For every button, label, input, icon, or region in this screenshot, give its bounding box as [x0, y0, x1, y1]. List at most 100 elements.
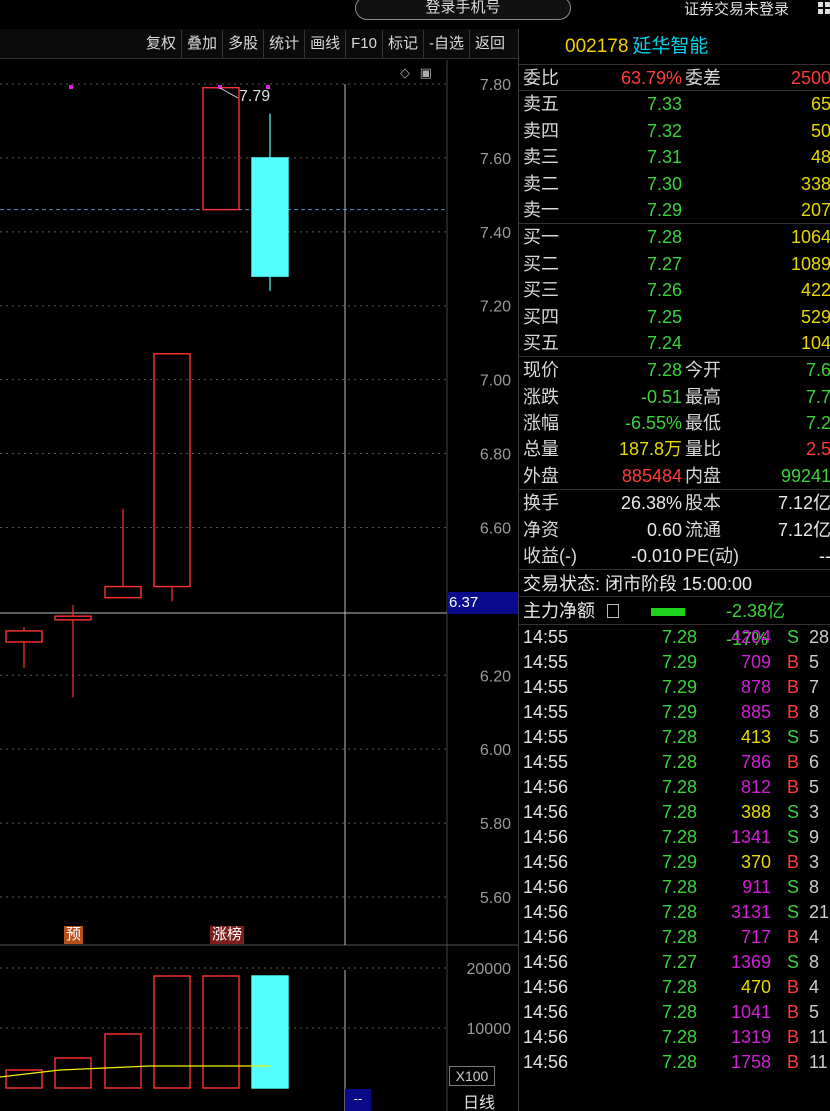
toolbar-button-remove-watchlist[interactable]: -自选: [424, 29, 470, 58]
tick-count: 21: [809, 902, 830, 923]
tick-volume: 911: [742, 877, 771, 898]
tick-count: 9: [809, 827, 820, 848]
toolbar-button-f10[interactable]: F10: [346, 29, 383, 58]
sell-level-row[interactable]: 卖五 7.33 65: [519, 91, 830, 117]
tick-row[interactable]: 14:55 7.29 885 B 8: [519, 700, 830, 725]
tick-row[interactable]: 14:56 7.28 1341 S 9: [519, 825, 830, 850]
tick-row[interactable]: 14:55 7.28 413 S 5: [519, 725, 830, 750]
tick-row[interactable]: 14:56 7.27 1369 S 8: [519, 950, 830, 975]
tick-row[interactable]: 14:55 7.28 4204 S 28: [519, 625, 830, 650]
toolbar-button-multi-stock[interactable]: 多股: [223, 29, 265, 58]
tick-row[interactable]: 14:56 7.28 470 B 4: [519, 975, 830, 1000]
buy-level-row[interactable]: 买三 7.26 422: [519, 277, 830, 303]
volume-bar[interactable]: [202, 975, 240, 1089]
candle-body[interactable]: [153, 353, 191, 588]
gainers-list-flag[interactable]: 涨榜: [210, 926, 245, 944]
candle-body[interactable]: [251, 157, 289, 277]
candle-body[interactable]: [54, 615, 92, 621]
event-marker[interactable]: [69, 85, 73, 89]
quote-fundamentals: 换手 26.38% 股本 7.12亿 净资 0.60 流通 7.12亿 收益(-) -0.010 P…: [519, 490, 830, 569]
buy-level-row[interactable]: 买二 7.27 1089: [519, 251, 830, 277]
price-tick-label: 5.60: [480, 890, 511, 907]
toolbar-button-stats[interactable]: 统计: [264, 29, 306, 58]
tick-row[interactable]: 14:56 7.28 3131 S 21: [519, 900, 830, 925]
tick-row[interactable]: 14:55 7.28 786 B 6: [519, 750, 830, 775]
toolbar-button-overlay[interactable]: 叠加: [182, 29, 224, 58]
toolbar-button-fuquan[interactable]: 复权: [141, 29, 183, 58]
quote-value: 7.7: [805, 386, 830, 407]
toolbar-button-mark[interactable]: 标记: [383, 29, 424, 58]
quote-value: 2.5: [805, 439, 830, 460]
forecast-flag[interactable]: 预: [64, 926, 84, 944]
buy-level-price: 7.26: [646, 280, 682, 301]
sell-level-volume: 65: [810, 94, 830, 115]
sell-level-row[interactable]: 卖一 7.29 207: [519, 197, 830, 223]
quote-label: 最高: [685, 386, 721, 407]
window-icon[interactable]: ▣: [420, 65, 432, 80]
tick-row[interactable]: 14:56 7.28 388 S 3: [519, 800, 830, 825]
sell-level-price: 7.29: [646, 199, 682, 220]
tick-count: 3: [809, 852, 820, 873]
tick-price: 7.28: [661, 1027, 697, 1048]
tick-row[interactable]: 14:56 7.28 1758 B 11: [519, 1050, 830, 1075]
high-callout-pointer: [219, 87, 239, 99]
tick-volume: 413: [740, 727, 771, 748]
toolbar-button-draw[interactable]: 画线: [305, 29, 347, 58]
main-net-flow-row: 主力净额 -2.38亿 -17%: [519, 597, 830, 649]
tick-side: B: [787, 852, 800, 873]
buy-level-label: 买四: [523, 306, 559, 327]
candle-body[interactable]: [202, 86, 240, 211]
sell-level-label: 卖五: [523, 94, 559, 115]
buy-level-row[interactable]: 买五 7.24 104: [519, 330, 830, 356]
tick-row[interactable]: 14:56 7.28 911 S 8: [519, 875, 830, 900]
toolbar-button-back[interactable]: 返回: [470, 30, 510, 58]
tick-count: 8: [809, 702, 820, 723]
tick-side: S: [787, 902, 800, 923]
stock-code: 002178: [565, 36, 629, 57]
sell-level-row[interactable]: 卖二 7.30 338: [519, 171, 830, 197]
sell-level-row[interactable]: 卖四 7.32 50: [519, 118, 830, 144]
tick-price: 7.29: [661, 702, 697, 723]
kline-chart[interactable]: 7.80 7.60 7.40 7.20 7.00 6.80 6.60 6.20 6.00 5.80…: [0, 60, 519, 1111]
tick-row[interactable]: 14:55 7.29 878 B 7: [519, 675, 830, 700]
tick-time: 14:56: [523, 852, 569, 873]
sell-level-label: 卖二: [523, 173, 559, 194]
tick-row[interactable]: 14:56 7.28 717 B 4: [519, 925, 830, 950]
tick-row[interactable]: 14:56 7.28 1319 B 11: [519, 1025, 830, 1050]
tick-list[interactable]: 14:55 7.28 4204 S 28 14:55 7.29 709 B 5 14:55 7.29 8…: [519, 625, 830, 1075]
diamond-icon[interactable]: ◇: [400, 65, 410, 80]
stock-header: 002178 延华智能: [519, 29, 830, 65]
tick-row[interactable]: 14:56 7.28 812 B 5: [519, 775, 830, 800]
kline-svg[interactable]: 7.80 7.60 7.40 7.20 7.00 6.80 6.60 6.20 6.00 5.80…: [0, 60, 518, 1111]
tick-row[interactable]: 14:56 7.29 370 B 3: [519, 850, 830, 875]
document-icon[interactable]: [607, 604, 619, 619]
tick-volume: 812: [740, 777, 771, 798]
candle-body[interactable]: [5, 630, 43, 643]
buy-level-row[interactable]: 买一 7.28 1064: [519, 224, 830, 250]
sell-level-label: 卖一: [523, 199, 559, 220]
volume-bar[interactable]: [251, 975, 289, 1089]
tick-side: B: [787, 702, 800, 723]
login-phone-button[interactable]: 登录手机号: [355, 0, 571, 20]
volume-bar[interactable]: [153, 975, 191, 1089]
buy-level-row[interactable]: 买四 7.25 529: [519, 304, 830, 330]
price-tick-label: 6.60: [480, 520, 511, 537]
tick-row[interactable]: 14:55 7.29 709 B 5: [519, 650, 830, 675]
tick-row[interactable]: 14:56 7.28 1041 B 5: [519, 1000, 830, 1025]
sell-level-row[interactable]: 卖三 7.31 48: [519, 144, 830, 170]
period-selector[interactable]: 日线: [463, 1089, 495, 1111]
tick-volume: 1369: [730, 952, 771, 973]
price-tick-label: 6.00: [480, 742, 511, 759]
tick-time: 14:56: [523, 1002, 569, 1023]
trade-login-status[interactable]: 证券交易未登录: [684, 0, 789, 20]
candle-body[interactable]: [104, 585, 142, 599]
buy-level-price: 7.25: [646, 306, 682, 327]
volume-bar[interactable]: [54, 1057, 92, 1089]
grid-icon[interactable]: [818, 2, 830, 16]
chart-toolbar: 复权 叠加 多股 统计 画线 F10 标记 -自选 返回: [0, 29, 518, 59]
volume-bar[interactable]: [104, 1033, 142, 1089]
tick-time: 14:56: [523, 827, 569, 848]
tick-count: 4: [809, 927, 820, 948]
tick-side: B: [787, 977, 800, 998]
tick-volume: 885: [740, 702, 771, 723]
